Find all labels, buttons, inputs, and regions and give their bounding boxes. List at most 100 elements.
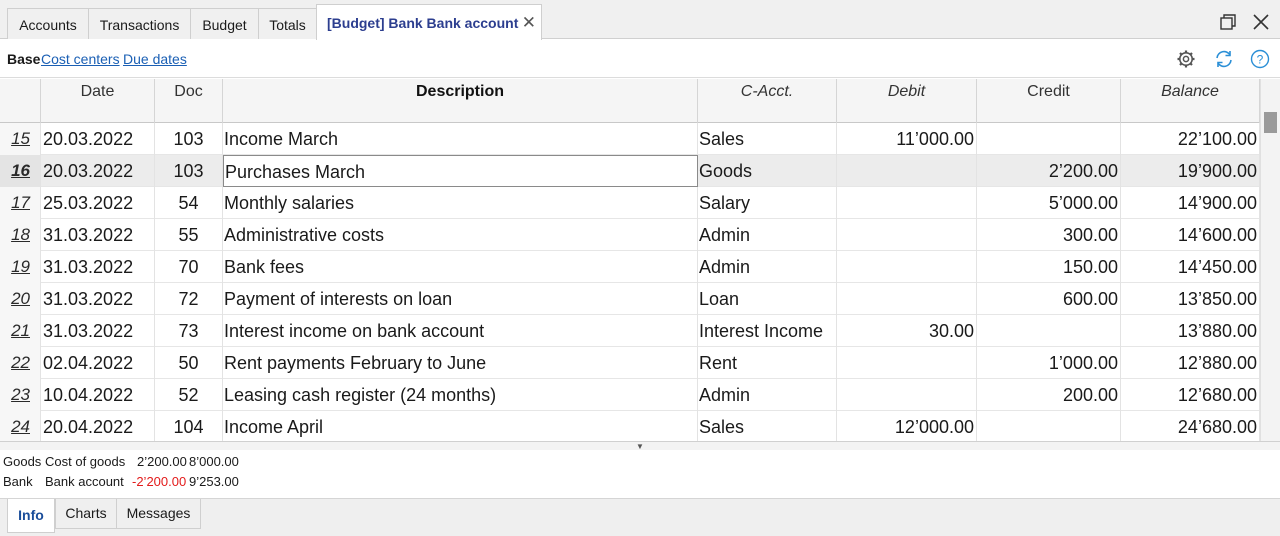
debit-cell[interactable] bbox=[837, 379, 977, 411]
debit-cell[interactable]: 12’000.00 bbox=[837, 411, 977, 441]
description-cell[interactable]: Income March bbox=[223, 123, 698, 155]
doc-cell[interactable]: 73 bbox=[155, 315, 223, 347]
column-header-credit[interactable]: Credit bbox=[977, 79, 1121, 123]
debit-cell[interactable] bbox=[837, 251, 977, 283]
balance-cell[interactable]: 14’450.00 bbox=[1121, 251, 1260, 283]
credit-cell[interactable]: 200.00 bbox=[977, 379, 1121, 411]
view-cost-centers-link[interactable]: Cost centers bbox=[41, 51, 120, 67]
table-row[interactable]: 19 31.03.2022 70 Bank fees Admin 150.00 … bbox=[0, 251, 1260, 283]
date-cell[interactable]: 10.04.2022 bbox=[41, 379, 155, 411]
table-row[interactable]: 24 20.04.2022 104 Income April Sales 12’… bbox=[0, 411, 1260, 441]
tab-totals[interactable]: Totals bbox=[258, 8, 317, 39]
tab-charts[interactable]: Charts bbox=[55, 499, 117, 529]
column-header-balance[interactable]: Balance bbox=[1121, 79, 1260, 123]
credit-cell[interactable] bbox=[977, 411, 1121, 441]
credit-cell[interactable]: 600.00 bbox=[977, 283, 1121, 315]
balance-cell[interactable]: 13’880.00 bbox=[1121, 315, 1260, 347]
debit-cell[interactable]: 30.00 bbox=[837, 315, 977, 347]
table-row[interactable]: 18 31.03.2022 55 Administrative costs Ad… bbox=[0, 219, 1260, 251]
row-number[interactable]: 22 bbox=[0, 347, 41, 379]
column-header-debit[interactable]: Debit bbox=[837, 79, 977, 123]
table-row[interactable]: 22 02.04.2022 50 Rent payments February … bbox=[0, 347, 1260, 379]
date-cell[interactable]: 25.03.2022 bbox=[41, 187, 155, 219]
column-header-cacct[interactable]: C-Acct. bbox=[698, 79, 837, 123]
doc-cell[interactable]: 103 bbox=[155, 123, 223, 155]
date-cell[interactable]: 31.03.2022 bbox=[41, 315, 155, 347]
view-due-dates-link[interactable]: Due dates bbox=[123, 51, 187, 67]
cacct-cell[interactable]: Interest Income bbox=[698, 315, 837, 347]
cacct-cell[interactable]: Loan bbox=[698, 283, 837, 315]
description-cell[interactable]: Payment of interests on loan bbox=[223, 283, 698, 315]
cacct-cell[interactable]: Sales bbox=[698, 411, 837, 441]
description-cell[interactable]: Bank fees bbox=[223, 251, 698, 283]
row-number[interactable]: 23 bbox=[0, 379, 41, 411]
gear-icon[interactable] bbox=[1176, 49, 1196, 69]
balance-cell[interactable]: 12’880.00 bbox=[1121, 347, 1260, 379]
balance-cell[interactable]: 22’100.00 bbox=[1121, 123, 1260, 155]
table-row[interactable]: 17 25.03.2022 54 Monthly salaries Salary… bbox=[0, 187, 1260, 219]
row-number[interactable]: 17 bbox=[0, 187, 41, 219]
table-row[interactable]: 23 10.04.2022 52 Leasing cash register (… bbox=[0, 379, 1260, 411]
row-number[interactable]: 15 bbox=[0, 123, 41, 155]
description-cell[interactable]: Income April bbox=[223, 411, 698, 441]
balance-cell[interactable]: 24’680.00 bbox=[1121, 411, 1260, 441]
table-row[interactable]: 15 20.03.2022 103 Income March Sales 11’… bbox=[0, 123, 1260, 155]
description-cell[interactable]: Rent payments February to June bbox=[223, 347, 698, 379]
date-cell[interactable]: 20.04.2022 bbox=[41, 411, 155, 441]
row-number[interactable]: 16 bbox=[0, 155, 41, 187]
row-number[interactable]: 21 bbox=[0, 315, 41, 347]
date-cell[interactable]: 20.03.2022 bbox=[41, 155, 155, 187]
help-icon[interactable]: ? bbox=[1250, 49, 1270, 69]
tab-accounts[interactable]: Accounts bbox=[7, 8, 89, 39]
date-cell[interactable]: 31.03.2022 bbox=[41, 219, 155, 251]
panel-splitter[interactable]: ▼ bbox=[0, 441, 1280, 451]
row-number[interactable]: 24 bbox=[0, 411, 41, 441]
balance-cell[interactable]: 12’680.00 bbox=[1121, 379, 1260, 411]
close-window-icon[interactable] bbox=[1251, 12, 1271, 32]
column-header-date[interactable]: Date bbox=[41, 79, 155, 123]
cacct-cell[interactable]: Admin bbox=[698, 251, 837, 283]
cacct-cell[interactable]: Goods bbox=[698, 155, 837, 187]
description-cell[interactable]: Interest income on bank account bbox=[223, 315, 698, 347]
tab-messages[interactable]: Messages bbox=[116, 499, 201, 529]
doc-cell[interactable]: 50 bbox=[155, 347, 223, 379]
doc-cell[interactable]: 54 bbox=[155, 187, 223, 219]
credit-cell[interactable]: 5’000.00 bbox=[977, 187, 1121, 219]
date-cell[interactable]: 02.04.2022 bbox=[41, 347, 155, 379]
tab-transactions[interactable]: Transactions bbox=[88, 8, 191, 39]
tab-budget-bank-account[interactable]: [Budget] Bank Bank account ✕ bbox=[316, 4, 542, 40]
debit-cell[interactable] bbox=[837, 219, 977, 251]
cacct-cell[interactable]: Salary bbox=[698, 187, 837, 219]
doc-cell[interactable]: 103 bbox=[155, 155, 223, 187]
credit-cell[interactable]: 150.00 bbox=[977, 251, 1121, 283]
vertical-scrollbar[interactable] bbox=[1260, 79, 1280, 441]
debit-cell[interactable] bbox=[837, 283, 977, 315]
close-icon[interactable]: ✕ bbox=[522, 5, 536, 41]
refresh-icon[interactable] bbox=[1213, 48, 1235, 70]
table-row-selected[interactable]: 16 20.03.2022 103 Purchases March Goods … bbox=[0, 155, 1260, 187]
column-header-doc[interactable]: Doc bbox=[155, 79, 223, 123]
row-number[interactable]: 19 bbox=[0, 251, 41, 283]
description-cell[interactable]: Leasing cash register (24 months) bbox=[223, 379, 698, 411]
row-number[interactable]: 18 bbox=[0, 219, 41, 251]
balance-cell[interactable]: 13’850.00 bbox=[1121, 283, 1260, 315]
credit-cell[interactable]: 1’000.00 bbox=[977, 347, 1121, 379]
balance-cell[interactable]: 14’900.00 bbox=[1121, 187, 1260, 219]
credit-cell[interactable]: 2’200.00 bbox=[977, 155, 1121, 187]
credit-cell[interactable] bbox=[977, 123, 1121, 155]
doc-cell[interactable]: 52 bbox=[155, 379, 223, 411]
debit-cell[interactable] bbox=[837, 155, 977, 187]
scrollbar-thumb[interactable] bbox=[1264, 112, 1277, 133]
cacct-cell[interactable]: Admin bbox=[698, 219, 837, 251]
debit-cell[interactable]: 11’000.00 bbox=[837, 123, 977, 155]
cacct-cell[interactable]: Sales bbox=[698, 123, 837, 155]
balance-cell[interactable]: 14’600.00 bbox=[1121, 219, 1260, 251]
description-cell[interactable]: Monthly salaries bbox=[223, 187, 698, 219]
column-header-description[interactable]: Description bbox=[223, 79, 698, 123]
cacct-cell[interactable]: Admin bbox=[698, 379, 837, 411]
debit-cell[interactable] bbox=[837, 187, 977, 219]
doc-cell[interactable]: 55 bbox=[155, 219, 223, 251]
restore-window-icon[interactable] bbox=[1218, 12, 1238, 32]
doc-cell[interactable]: 72 bbox=[155, 283, 223, 315]
credit-cell[interactable] bbox=[977, 315, 1121, 347]
